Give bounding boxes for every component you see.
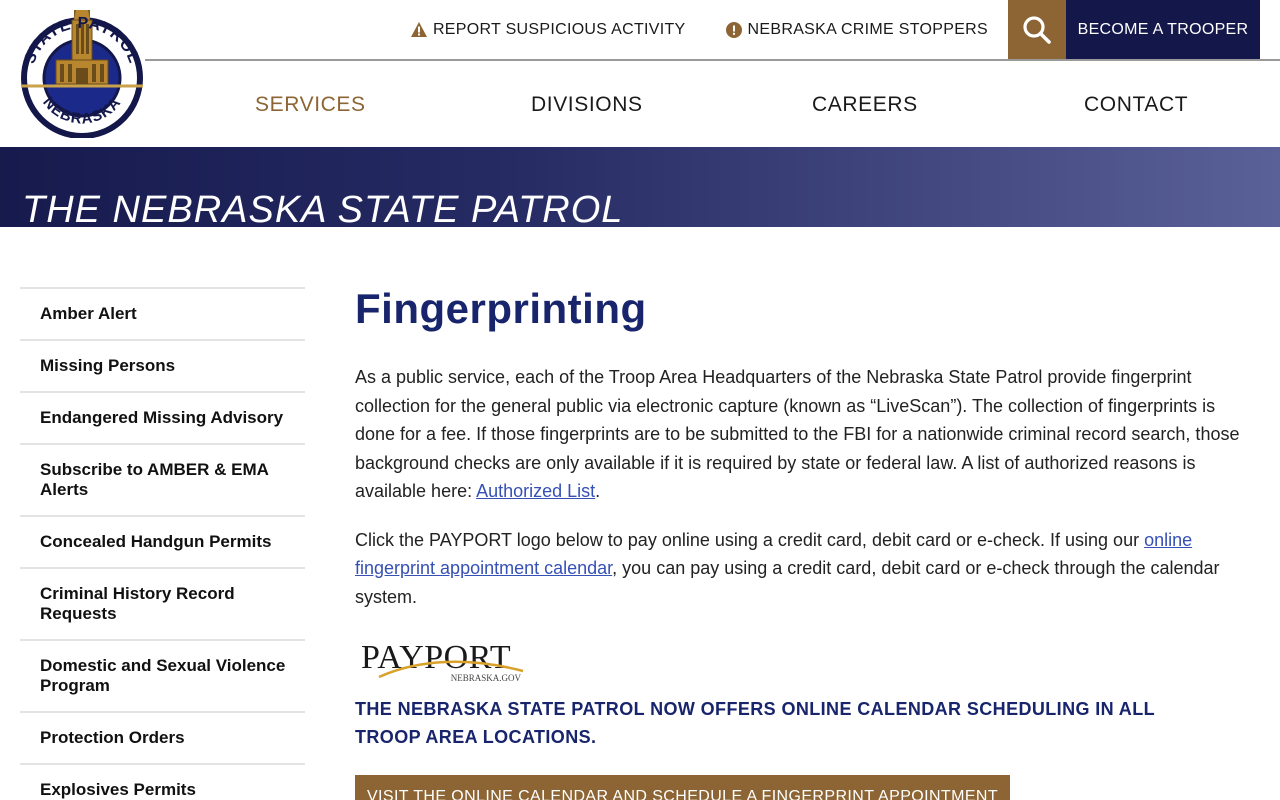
report-suspicious-activity-label: REPORT SUSPICIOUS ACTIVITY — [432, 20, 686, 38]
calendar-notice: THE NEBRASKA STATE PATROL NOW OFFERS ONL… — [355, 699, 1155, 747]
sidebar-item-protection-orders[interactable]: Protection Orders — [20, 711, 305, 763]
page-title: Fingerprinting — [355, 285, 647, 332]
sidebar-item-concealed-handgun-permits[interactable]: Concealed Handgun Permits — [20, 515, 305, 567]
payport-logo-link[interactable]: PAYPORT NEBRASKA.GOV — [355, 639, 527, 687]
site-header: STATE PATROL NEBRASKA REPORT SUSPICIOUS … — [0, 0, 1280, 147]
payment-text: Click the PAYPORT logo below to pay onli… — [355, 529, 1145, 550]
search-icon — [1023, 15, 1051, 44]
sidebar-item-subscribe-alerts[interactable]: Subscribe to AMBER & EMA Alerts — [20, 443, 305, 515]
sidebar-item-amber-alert[interactable]: Amber Alert — [20, 287, 305, 339]
payport-logo-subtext: NEBRASKA.GOV — [450, 673, 521, 683]
sidebar-item-missing-persons[interactable]: Missing Persons — [20, 339, 305, 391]
nebraska-crime-stoppers-label: NEBRASKA CRIME STOPPERS — [747, 20, 988, 38]
nebraska-crime-stoppers-link[interactable]: NEBRASKA CRIME STOPPERS — [706, 0, 1008, 59]
main-content: Fingerprinting As a public service, each… — [355, 285, 1260, 800]
nav-careers[interactable]: CAREERS — [812, 93, 918, 117]
nav-contact[interactable]: CONTACT — [1084, 93, 1188, 117]
sidebar-item-domestic-violence-program[interactable]: Domestic and Sexual Violence Program — [20, 639, 305, 711]
sidebar-item-explosives-permits[interactable]: Explosives Permits — [20, 763, 305, 800]
nav-services[interactable]: SERVICES — [255, 93, 366, 117]
services-sidebar: Amber Alert Missing Persons Endangered M… — [20, 287, 305, 800]
nav-divisions[interactable]: DIVISIONS — [531, 93, 643, 117]
banner-title: THE NEBRASKA STATE PATROL — [22, 189, 624, 227]
hero-banner: THE NEBRASKA STATE PATROL — [0, 147, 1280, 227]
become-a-trooper-button[interactable]: BECOME A TROOPER — [1066, 0, 1260, 59]
schedule-appointment-button[interactable]: VISIT THE ONLINE CALENDAR AND SCHEDULE A… — [355, 775, 1010, 800]
sidebar-item-endangered-missing-advisory[interactable]: Endangered Missing Advisory — [20, 391, 305, 443]
sidebar-item-criminal-history[interactable]: Criminal History Record Requests — [20, 567, 305, 639]
warning-icon — [410, 22, 427, 37]
authorized-list-link[interactable]: Authorized List — [476, 481, 595, 501]
report-suspicious-activity-link[interactable]: REPORT SUSPICIOUS ACTIVITY — [391, 0, 706, 59]
intro-end: . — [595, 481, 601, 501]
payment-paragraph: Click the PAYPORT logo below to pay onli… — [355, 526, 1260, 612]
search-button[interactable] — [1008, 0, 1066, 59]
main-nav: SERVICES DIVISIONS CAREERS CONTACT — [0, 61, 1280, 147]
alert-circle-icon — [725, 21, 742, 38]
utility-bar: REPORT SUSPICIOUS ACTIVITY NEBRASKA CRIM… — [391, 0, 1260, 59]
intro-paragraph: As a public service, each of the Troop A… — [355, 363, 1260, 506]
